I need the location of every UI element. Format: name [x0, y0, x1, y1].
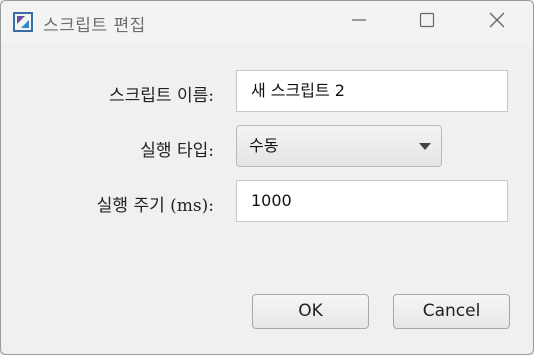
chevron-down-icon: [419, 143, 431, 150]
close-icon: [488, 11, 506, 33]
run-type-select[interactable]: 수동: [236, 125, 442, 167]
run-period-label: 실행 주기 (ms):: [96, 196, 214, 216]
maximize-button[interactable]: [404, 1, 450, 43]
close-button[interactable]: [474, 1, 520, 43]
app-icon: [13, 12, 33, 32]
cancel-button[interactable]: Cancel: [393, 294, 510, 329]
window-title: 스크립트 편집: [43, 16, 146, 36]
script-name-label: 스크립트 이름:: [109, 86, 214, 106]
run-period-field[interactable]: 1000: [236, 180, 508, 222]
dialog-window: 스크립트 편집 스크립트 이름: 새 스크립트 2 실행 타입: 수동 실행 주…: [0, 0, 534, 355]
maximize-icon: [419, 12, 435, 32]
minimize-button[interactable]: [336, 1, 382, 43]
run-type-label: 실행 타입:: [140, 141, 214, 161]
ok-button[interactable]: OK: [252, 294, 369, 329]
minimize-icon: [351, 12, 367, 32]
script-name-field[interactable]: 새 스크립트 2: [236, 70, 508, 112]
run-type-selected-value: 수동: [249, 136, 279, 155]
title-bar[interactable]: 스크립트 편집: [1, 1, 533, 43]
